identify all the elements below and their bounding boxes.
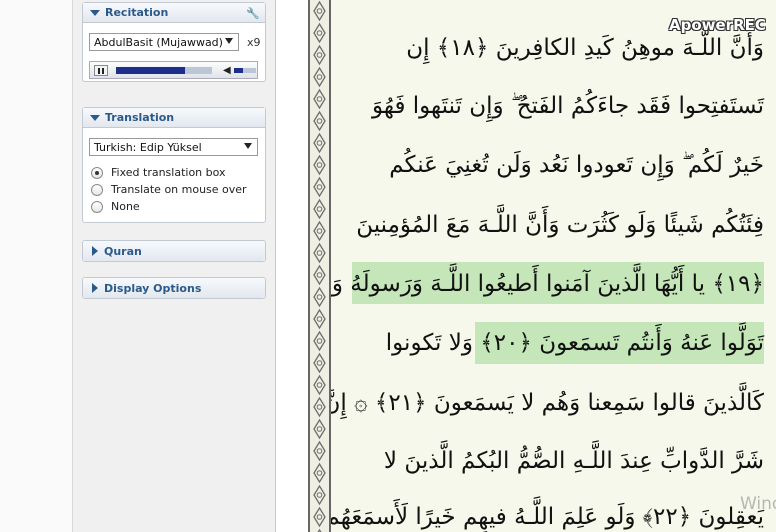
expand-arrow-icon (92, 246, 98, 256)
repeat-count[interactable]: x9 (247, 36, 261, 49)
quran-line[interactable]: يَعقِلونَ ﴿٢٢﴾ وَلَو عَلِمَ اللَّـهُ فيه… (331, 497, 764, 532)
pause-button[interactable] (94, 65, 108, 76)
playback-progress-bar[interactable] (116, 67, 212, 74)
quran-line[interactable]: تَوَلَّوا عَنهُ وَأَنتُم تَسمَعونَ ﴿٢٠﴾ … (386, 323, 764, 363)
radio-button[interactable] (91, 166, 103, 179)
volume-slider[interactable] (234, 68, 256, 73)
sidebar: Recitation 🔧 AbdulBasit (Mujawwad) x9 ◀ … (73, 0, 276, 532)
expand-arrow-icon (92, 283, 98, 293)
reciter-select[interactable]: AbdulBasit (Mujawwad) (89, 33, 239, 51)
display-options-panel[interactable]: Display Options (82, 277, 266, 299)
radio-none[interactable]: None (91, 200, 140, 213)
speaker-icon[interactable]: ◀ (223, 65, 231, 76)
ornament-pattern-icon (310, 0, 329, 532)
quran-line[interactable]: وَأَنَّ اللَّـهَ موهِنُ كَيدِ الكافِرينَ… (406, 28, 764, 68)
audio-player: ◀ (89, 61, 258, 79)
translation-value: Turkish: Edip Yüksel (94, 140, 202, 154)
quran-line[interactable]: فِئَتُكُم شَيئًا وَلَو كَثُرَت وَأَنَّ ا… (356, 205, 764, 245)
quran-line[interactable]: تَستَفتِحوا فَقَد جاءَكُمُ الفَتحُ ۖ وَإ… (372, 86, 764, 126)
decorative-page-border (308, 0, 331, 532)
translation-panel-header[interactable]: Translation (83, 108, 265, 128)
quran-line[interactable]: خَيرٌ لَكُم ۖ وَإِن تَعودوا نَعُد وَلَن … (389, 145, 764, 185)
translation-panel: Translation Turkish: Edip Yüksel Fixed t… (82, 107, 266, 223)
quran-line[interactable]: ﴿١٩﴾ يا أَيُّهَا الَّذينَ آمَنوا أَطيعُو… (331, 264, 764, 304)
radio-fixed-translation[interactable]: Fixed translation box (91, 166, 226, 179)
quran-panel-title: Quran (104, 244, 142, 258)
quran-page: وَأَنَّ اللَّـهَ موهِنُ كَيدِ الكافِرينَ… (331, 0, 776, 532)
display-options-title: Display Options (104, 281, 202, 295)
reciter-value: AbdulBasit (Mujawwad) (94, 35, 223, 49)
dropdown-arrow-icon (244, 143, 252, 149)
radio-button[interactable] (91, 183, 103, 196)
translation-title: Translation (105, 111, 175, 124)
radio-label: None (111, 200, 140, 213)
quran-line[interactable]: شَرَّ الدَّوابِّ عِندَ اللَّـهِ الصُّمُّ… (384, 441, 764, 481)
collapse-arrow-icon (90, 114, 100, 121)
collapse-arrow-icon (90, 9, 100, 16)
os-activation-watermark: Wind (740, 494, 776, 514)
display-options-panel-header[interactable]: Display Options (83, 278, 265, 298)
left-margin-strip (0, 0, 73, 532)
page-gap (276, 0, 308, 532)
radio-button[interactable] (91, 200, 103, 213)
recitation-title: Recitation (105, 6, 169, 19)
dropdown-arrow-icon (225, 38, 233, 44)
progress-fill (116, 67, 186, 74)
wrench-icon[interactable]: 🔧 (246, 7, 260, 20)
recitation-panel-header[interactable]: Recitation 🔧 (83, 3, 265, 23)
volume-fill (234, 68, 243, 73)
quran-panel[interactable]: Quran (82, 240, 266, 262)
radio-label: Fixed translation box (111, 166, 226, 179)
recorder-watermark: ApowerREC (669, 16, 766, 34)
quran-line[interactable]: كَالَّذينَ قالوا سَمِعنا وَهُم لا يَسمَع… (331, 383, 764, 423)
radio-translate-mouse-over[interactable]: Translate on mouse over (91, 183, 247, 196)
translation-select[interactable]: Turkish: Edip Yüksel (89, 138, 258, 156)
radio-label: Translate on mouse over (111, 183, 247, 196)
quran-panel-header[interactable]: Quran (83, 241, 265, 261)
recitation-panel: Recitation 🔧 AbdulBasit (Mujawwad) x9 ◀ (82, 2, 266, 82)
